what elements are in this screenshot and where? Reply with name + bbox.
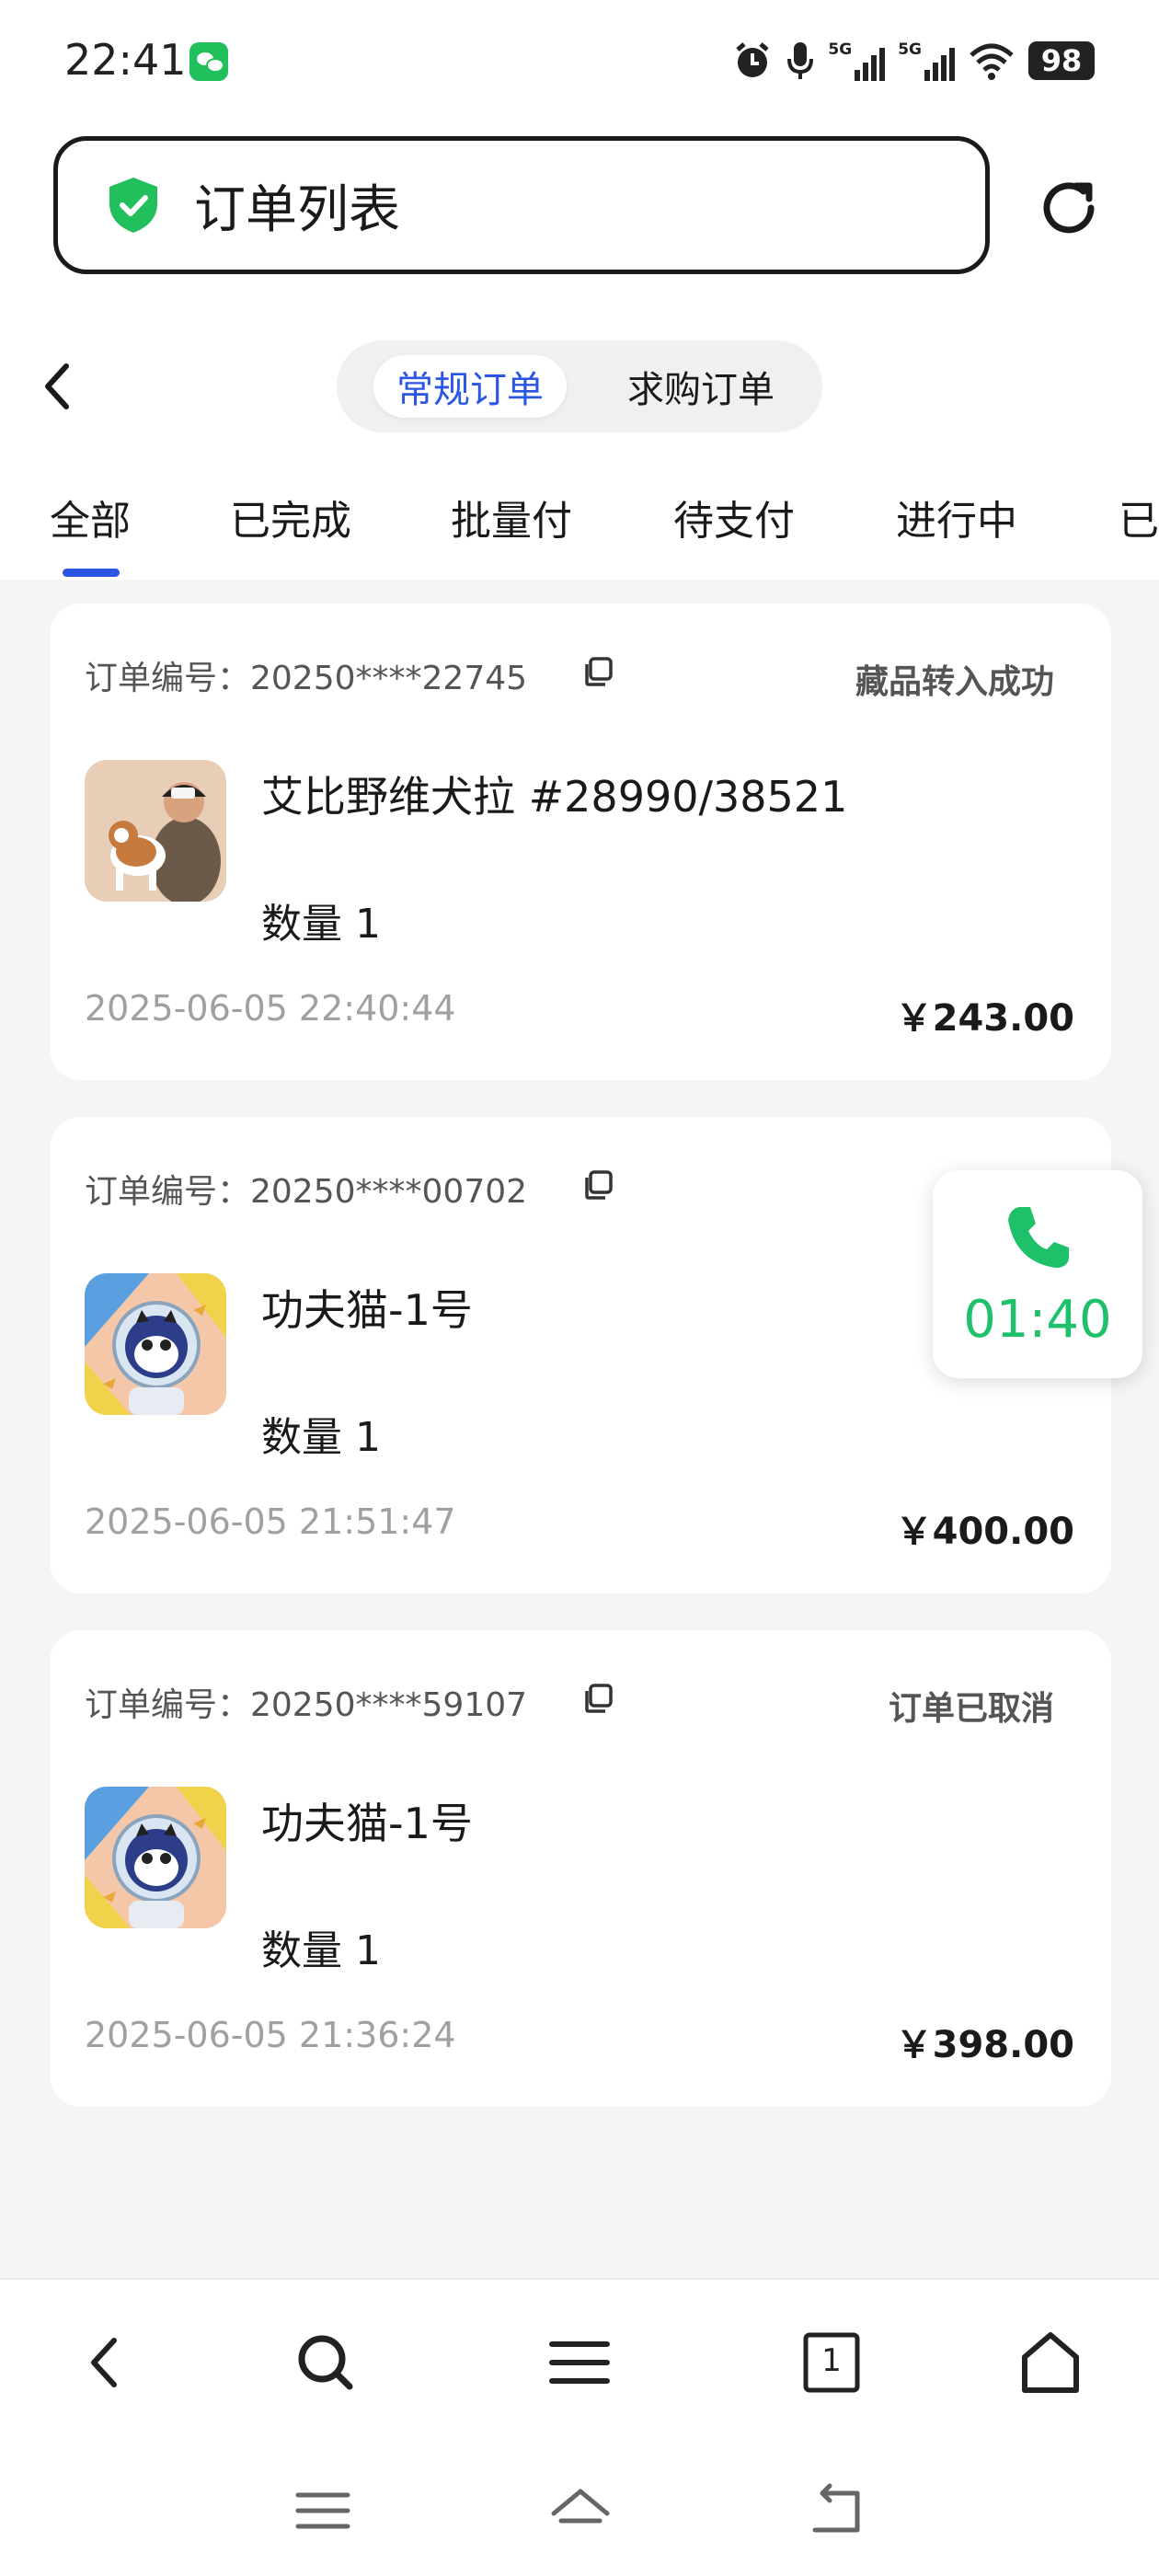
call-timer: 01:40 <box>963 1290 1112 1350</box>
product-quantity: 数量 1 <box>261 1927 381 1974</box>
menu-icon[interactable] <box>543 2326 616 2399</box>
phone-icon <box>1008 1207 1069 1268</box>
order-status: 订单已取消 <box>888 1690 1054 1728</box>
network-type-label: 5G <box>898 40 922 59</box>
product-name: 艾比野维犬拉 #28990/38521 <box>261 772 848 822</box>
refresh-icon[interactable] <box>1034 173 1104 243</box>
product-thumbnail <box>85 760 226 902</box>
copy-icon[interactable] <box>581 655 614 688</box>
product-name: 功夫猫-1号 <box>261 1285 473 1335</box>
title-bar: 订单列表 <box>53 136 990 274</box>
tab-all[interactable]: 全部 <box>50 488 131 546</box>
order-type-switch: 常规订单 求购订单 <box>337 340 822 432</box>
order-price: ￥398.00 <box>895 2024 1074 2066</box>
tab-more[interactable]: 已 <box>1119 488 1159 546</box>
segment-purchase-requests[interactable]: 求购订单 <box>609 355 793 418</box>
tab-count: 1 <box>821 2342 842 2379</box>
alarm-icon <box>732 40 773 81</box>
order-number: 订单编号：20250****00702 <box>85 1173 528 1211</box>
order-card[interactable]: 订单编号：20250****22745 藏品转入成功 艾比野维犬拉 #28990… <box>50 604 1111 1080</box>
tab-indicator <box>63 569 120 577</box>
mic-icon <box>786 40 815 81</box>
home-icon[interactable] <box>1014 2326 1087 2399</box>
order-price: ￥243.00 <box>895 997 1074 1040</box>
product-thumbnail <box>85 1787 226 1928</box>
wifi-icon <box>968 40 1016 81</box>
tabs-icon[interactable]: 1 <box>795 2326 868 2399</box>
product-quantity: 数量 1 <box>261 901 381 948</box>
tab-batch-pay[interactable]: 批量付 <box>451 488 572 546</box>
product-quantity: 数量 1 <box>261 1414 381 1461</box>
order-price: ￥400.00 <box>895 1511 1074 1553</box>
home-icon[interactable] <box>548 2480 613 2541</box>
order-number: 订单编号：20250****59107 <box>85 1686 528 1724</box>
tab-completed[interactable]: 已完成 <box>230 488 351 546</box>
back-icon[interactable] <box>70 2326 143 2399</box>
status-time: 22:41 <box>64 35 187 85</box>
filter-tabs: 全部 已完成 批量付 待支付 进行中 已 <box>0 488 1159 580</box>
order-status: 藏品转入成功 <box>855 663 1054 701</box>
tab-pending-payment[interactable]: 待支付 <box>673 488 795 546</box>
tab-in-progress[interactable]: 进行中 <box>896 488 1017 546</box>
order-time: 2025-06-05 21:36:24 <box>85 2015 456 2055</box>
wechat-icon <box>189 42 228 81</box>
page-title: 订单列表 <box>194 179 400 240</box>
product-thumbnail <box>85 1273 226 1415</box>
status-icons: 5G 5G 98 <box>732 35 1095 86</box>
order-time: 2025-06-05 22:40:44 <box>85 988 456 1029</box>
segment-regular-orders[interactable]: 常规订单 <box>373 355 567 418</box>
order-time: 2025-06-05 21:51:47 <box>85 1501 456 1542</box>
copy-icon[interactable] <box>581 1168 614 1202</box>
browser-toolbar: 1 <box>0 2278 1159 2444</box>
order-card[interactable]: 订单编号：20250****59107 订单已取消 功夫猫-1号 数量 1 20… <box>50 1630 1111 2107</box>
search-icon[interactable] <box>289 2326 362 2399</box>
copy-icon[interactable] <box>581 1682 614 1715</box>
signal-icon: 5G <box>828 40 886 81</box>
signal-icon: 5G <box>898 40 955 81</box>
battery-icon: 98 <box>1028 41 1095 80</box>
order-number: 订单编号：20250****22745 <box>85 660 528 697</box>
back-icon[interactable] <box>35 357 81 416</box>
header-area: 22:41 5G 5G 98 订单列表 常规订单 求购订单 全部 已完成 批量付… <box>0 0 1159 580</box>
shield-check-icon <box>109 178 157 233</box>
recent-apps-icon[interactable] <box>291 2480 355 2541</box>
network-type-label: 5G <box>828 40 853 59</box>
system-navigation <box>0 2444 1159 2576</box>
call-floating-widget[interactable]: 01:40 <box>933 1170 1142 1378</box>
product-name: 功夫猫-1号 <box>261 1799 473 1848</box>
back-icon[interactable] <box>804 2480 868 2541</box>
